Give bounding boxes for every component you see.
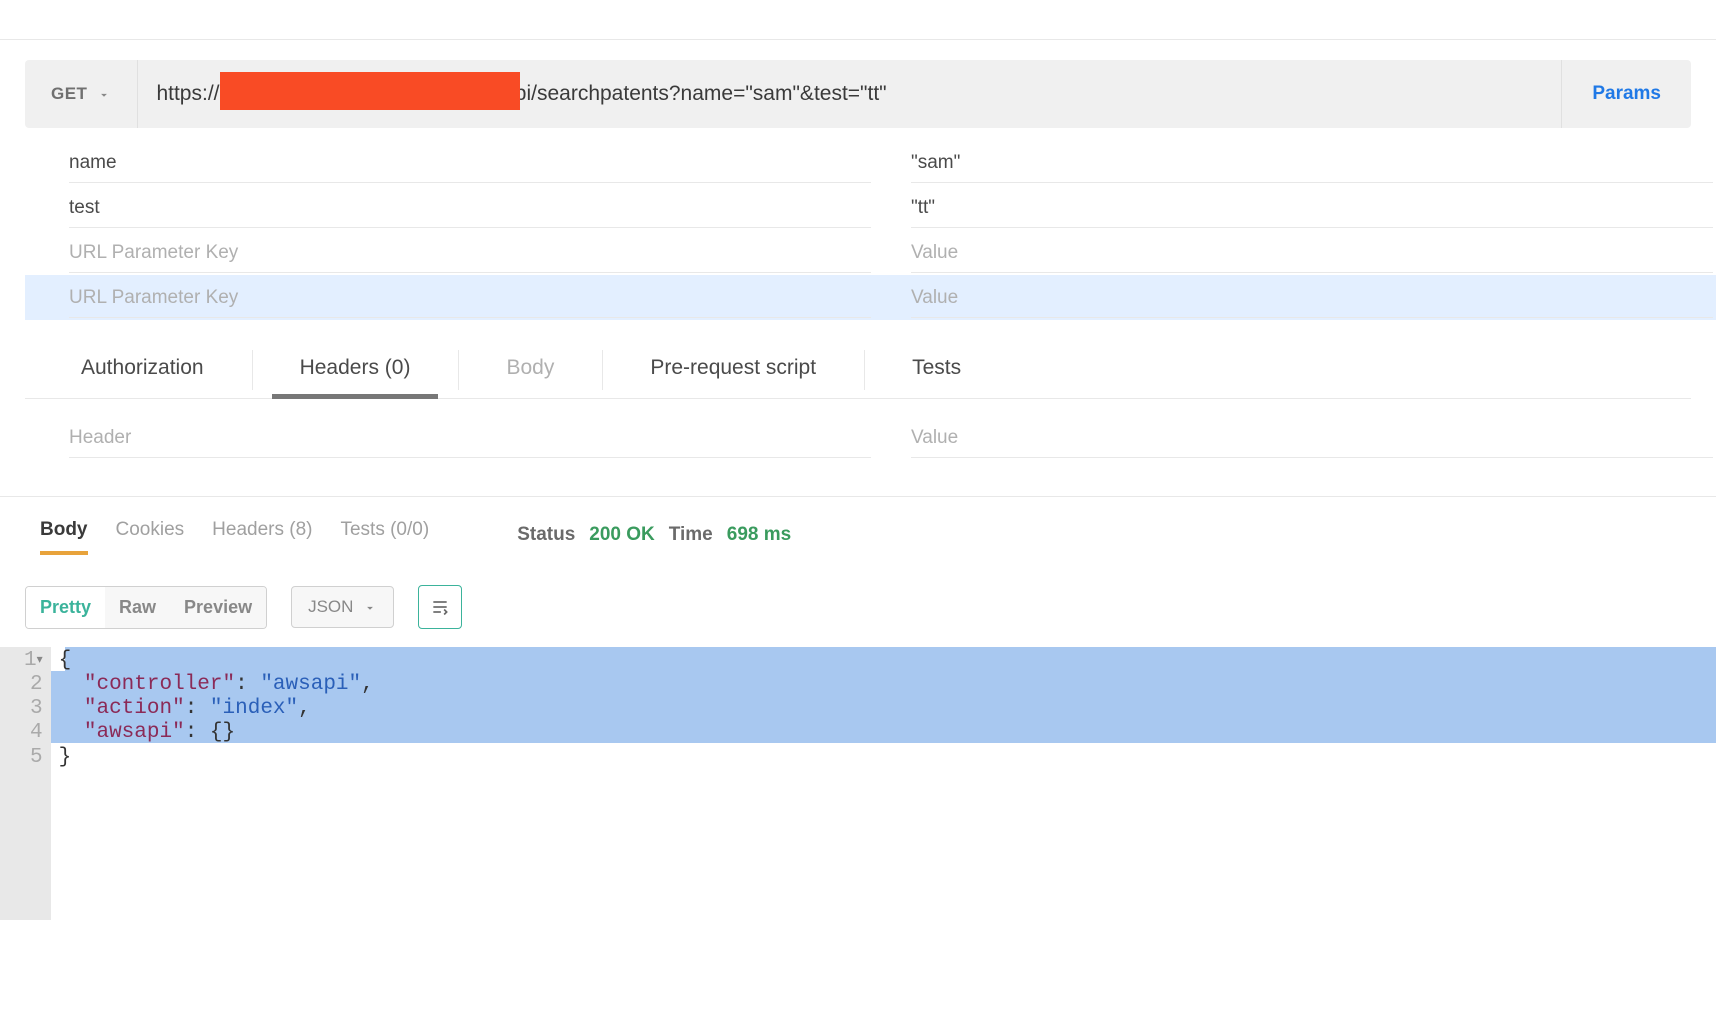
view-mode-tabs: Pretty Raw Preview [25,586,267,629]
chevron-down-icon [97,87,111,101]
tab-prerequest[interactable]: Pre-request script [602,342,864,398]
url-redaction [220,72,520,110]
time-value: 698 ms [727,524,791,546]
code-line: "controller": "awsapi", [59,673,1716,697]
line-number: 5 [24,746,43,770]
line-number: 4 [24,721,43,745]
response-tabs: Body Cookies Headers (8) Tests (0/0) [40,519,429,551]
header-key-placeholder[interactable]: Header [69,419,871,458]
param-value-placeholder[interactable]: Value [911,232,1713,273]
code-line: } [59,746,1716,770]
chevron-down-icon [363,600,377,614]
format-select[interactable]: JSON [291,586,394,628]
tab-authorization[interactable]: Authorization [33,342,252,398]
request-url-bar: GET https:// st-1.amazonaws.com/concepta… [25,60,1691,128]
code-area[interactable]: { "controller": "awsapi", "action": "ind… [51,647,1716,920]
line-number: 1 [24,649,43,673]
param-key-placeholder[interactable]: URL Parameter Key [69,277,871,318]
tab-body[interactable]: Body [458,342,602,398]
request-tabs: Authorization Headers (0) Body Pre-reque… [25,342,1691,399]
response-format-controls: Pretty Raw Preview JSON [0,551,1716,629]
param-key-placeholder[interactable]: URL Parameter Key [69,232,871,273]
resp-tab-headers[interactable]: Headers (8) [212,519,312,551]
status-label: Status [517,524,575,546]
code-line: { [59,649,1716,673]
http-method-label: GET [51,84,87,104]
view-mode-pretty[interactable]: Pretty [26,587,105,628]
wrap-lines-button[interactable] [418,585,462,629]
format-select-label: JSON [308,597,353,617]
param-key[interactable]: name [69,142,871,183]
header-row-empty[interactable]: Header Value [25,399,1691,458]
url-params-table: name "sam" test "tt" URL Parameter Key V… [25,140,1691,320]
tab-headers[interactable]: Headers (0) [252,342,459,398]
line-number: 3 [24,697,43,721]
line-number: 2 [24,673,43,697]
param-value-placeholder[interactable]: Value [911,277,1713,318]
view-mode-raw[interactable]: Raw [105,587,170,628]
url-input[interactable]: https:// st-1.amazonaws.com/conceptapi/s… [138,60,1561,128]
param-row-empty[interactable]: URL Parameter Key Value [69,230,1673,275]
param-row[interactable]: test "tt" [69,185,1673,230]
top-divider [0,0,1716,40]
param-row-empty[interactable]: URL Parameter Key Value [25,275,1716,320]
line-gutter: 1 2 3 4 5 [0,647,51,920]
resp-tab-cookies[interactable]: Cookies [116,519,185,551]
resp-tab-body[interactable]: Body [40,519,88,551]
response-body-editor[interactable]: 1 2 3 4 5 { "controller": "awsapi", "act… [0,647,1716,920]
param-value[interactable]: "tt" [911,187,1713,228]
tab-tests[interactable]: Tests [864,342,1009,398]
params-button[interactable]: Params [1561,60,1691,128]
view-mode-preview[interactable]: Preview [170,587,266,628]
code-line: "action": "index", [59,697,1716,721]
param-key[interactable]: test [69,187,871,228]
resp-tab-tests[interactable]: Tests (0/0) [340,519,429,551]
response-status: Status 200 OK Time 698 ms [517,524,791,546]
status-value: 200 OK [589,524,654,546]
param-value[interactable]: "sam" [911,142,1713,183]
http-method-select[interactable]: GET [25,60,138,128]
response-header-row: Body Cookies Headers (8) Tests (0/0) Sta… [0,497,1716,551]
time-label: Time [669,524,713,546]
header-value-placeholder[interactable]: Value [911,419,1713,458]
wrap-icon [430,597,450,617]
param-row[interactable]: name "sam" [69,140,1673,185]
code-line: "awsapi": {} [59,721,1716,745]
